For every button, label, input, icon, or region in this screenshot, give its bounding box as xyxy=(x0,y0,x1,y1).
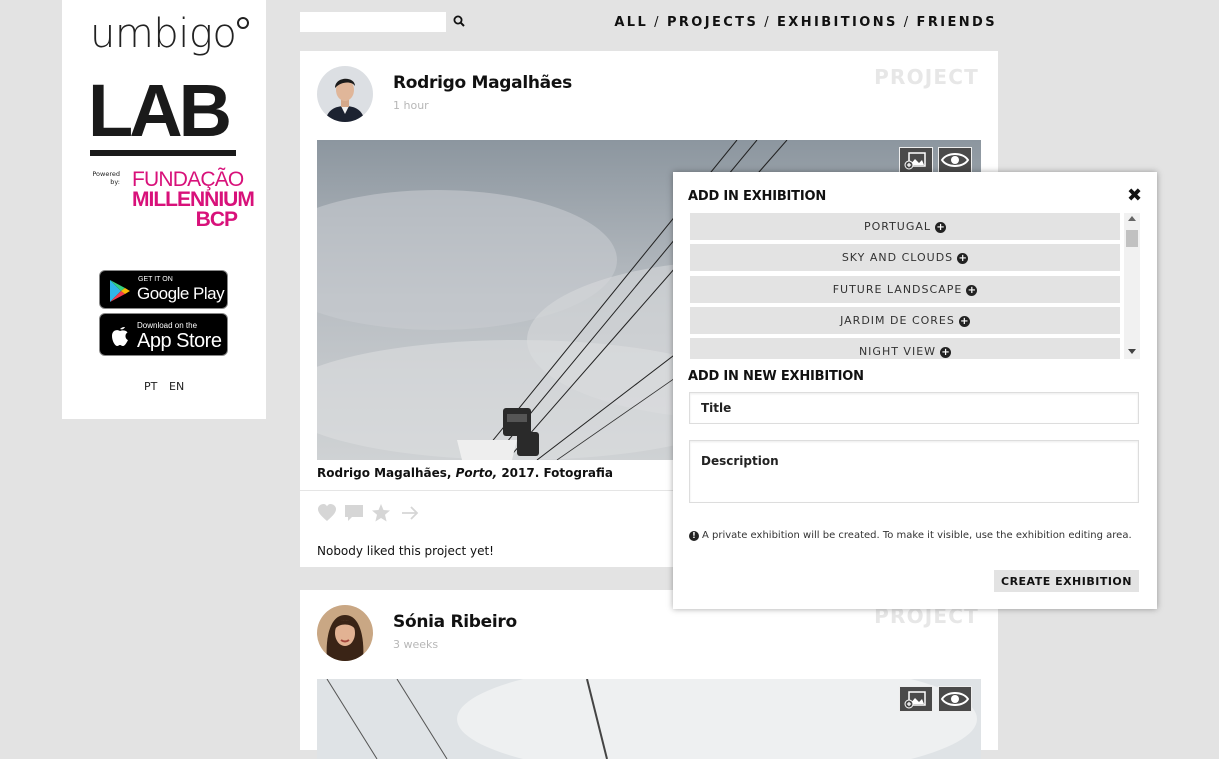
post-time: 3 weeks xyxy=(393,638,439,651)
exhibition-item[interactable]: NIGHT VIEW + xyxy=(690,338,1120,359)
info-text: A private exhibition will be created. To… xyxy=(702,530,1132,541)
scrollbar-thumb[interactable] xyxy=(1126,230,1138,247)
post-image[interactable] xyxy=(317,679,981,759)
exhibition-label: PORTUGAL xyxy=(863,220,932,233)
exhibition-label: JARDIM DE CORES xyxy=(840,314,955,327)
exhibition-list: PORTUGAL + SKY AND CLOUDS + FUTURE LANDSCA… xyxy=(690,213,1122,359)
logo-word[interactable]: umbigo xyxy=(90,14,237,54)
google-play-button[interactable]: GET IT ON Google Play xyxy=(99,270,228,309)
eye-icon xyxy=(940,692,970,706)
sidebar: umbigo LAB Powered by: FUNDAÇÃO MILLENNI… xyxy=(62,0,266,419)
nav-exhibitions[interactable]: EXHIBITIONS xyxy=(777,15,898,30)
plus-circle-icon: + xyxy=(957,253,969,264)
sponsor-logo[interactable]: FUNDAÇÃO MILLENNIUM BCP xyxy=(132,168,255,231)
avatar[interactable] xyxy=(317,605,373,661)
exhibition-label: FUTURE LANDSCAPE xyxy=(832,283,963,296)
plus-circle-icon: + xyxy=(958,316,970,327)
language-en[interactable]: EN xyxy=(169,380,184,393)
main-nav: ALL / PROJECTS / EXHIBITIONS / FRIENDS xyxy=(614,15,997,30)
logo-circle-icon xyxy=(237,17,249,29)
exhibition-item[interactable]: SKY AND CLOUDS + xyxy=(690,244,1120,271)
logo-lab[interactable]: LAB xyxy=(88,74,232,148)
post-author[interactable]: Sónia Ribeiro xyxy=(393,612,517,632)
caption-title: Porto, xyxy=(455,466,498,480)
app-store-big-text: App Store xyxy=(137,330,222,352)
logo-underline xyxy=(90,150,236,156)
post-caption: Rodrigo Magalhães, Porto, 2017. Fotograf… xyxy=(317,466,613,480)
plus-circle-icon: + xyxy=(940,347,952,358)
exhibition-label: NIGHT VIEW xyxy=(858,345,937,358)
view-button[interactable] xyxy=(938,147,972,173)
add-to-exhibition-button[interactable] xyxy=(899,147,933,173)
add-image-icon xyxy=(904,691,926,709)
caption-year: 2017. xyxy=(501,466,540,480)
create-exhibition-button[interactable]: CREATE EXHIBITION xyxy=(994,570,1139,592)
powered-by-label: Powered by: xyxy=(92,170,120,186)
language-pt[interactable]: PT xyxy=(144,380,157,393)
star-icon[interactable] xyxy=(371,503,391,523)
likes-status: Nobody liked this project yet! xyxy=(317,544,494,558)
plus-circle-icon: + xyxy=(966,285,978,296)
modal-title: ADD IN EXHIBITION xyxy=(688,189,827,204)
info-note: ! A private exhibition will be created. T… xyxy=(689,530,1132,541)
sponsor-line-2: MILLENNIUM xyxy=(132,187,255,211)
info-icon: ! xyxy=(689,531,699,541)
app-store-small-text: Download on the xyxy=(137,321,198,330)
heart-icon[interactable] xyxy=(317,503,337,523)
app-store-button[interactable]: Download on the App Store xyxy=(99,313,228,356)
add-in-exhibition-modal: ADD IN EXHIBITION ✖ PORTUGAL + SKY AND CL… xyxy=(673,172,1157,609)
view-button[interactable] xyxy=(938,686,972,712)
scroll-down-icon[interactable] xyxy=(1128,349,1136,354)
post-type-label: PROJECT xyxy=(874,65,979,89)
post-author[interactable]: Rodrigo Magalhães xyxy=(393,73,572,93)
add-image-icon xyxy=(904,152,926,170)
add-to-exhibition-button[interactable] xyxy=(899,686,933,712)
nav-separator: / xyxy=(654,15,661,30)
exhibition-item[interactable]: FUTURE LANDSCAPE + xyxy=(690,276,1120,303)
avatar[interactable] xyxy=(317,66,373,122)
caption-author: Rodrigo Magalhães, xyxy=(317,466,452,480)
exhibition-item[interactable]: JARDIM DE CORES + xyxy=(690,307,1120,334)
post-card: Sónia Ribeiro 3 weeks PROJECT xyxy=(300,590,998,759)
close-icon[interactable]: ✖ xyxy=(1127,187,1142,205)
apple-icon xyxy=(112,327,128,346)
nav-separator: / xyxy=(903,15,911,30)
eye-icon xyxy=(940,153,970,167)
search-input[interactable] xyxy=(300,12,446,32)
comment-icon[interactable] xyxy=(344,503,364,523)
scroll-up-icon[interactable] xyxy=(1128,216,1136,221)
plus-circle-icon: + xyxy=(935,222,947,233)
google-play-icon xyxy=(110,280,130,302)
exhibition-label: SKY AND CLOUDS xyxy=(841,251,954,264)
nav-projects[interactable]: PROJECTS xyxy=(667,15,758,30)
caption-medium: Fotografia xyxy=(543,466,614,480)
sponsor-line-3: BCP xyxy=(195,207,238,231)
exhibition-title-input[interactable] xyxy=(689,392,1139,424)
nav-friends[interactable]: FRIENDS xyxy=(917,15,997,30)
share-arrow-icon[interactable] xyxy=(400,503,420,523)
nav-separator: / xyxy=(764,15,771,30)
search-icon[interactable] xyxy=(453,15,465,27)
sponsor-line-1: FUNDAÇÃO xyxy=(132,168,244,191)
nav-all[interactable]: ALL xyxy=(614,15,648,30)
post-time: 1 hour xyxy=(393,99,429,112)
google-play-big-text: Google Play xyxy=(137,284,225,303)
exhibition-list-scrollbar[interactable] xyxy=(1124,213,1140,359)
google-play-small-text: GET IT ON xyxy=(138,276,173,283)
exhibition-item[interactable]: PORTUGAL + xyxy=(690,213,1120,240)
new-exhibition-heading: ADD IN NEW EXHIBITION xyxy=(688,369,864,384)
exhibition-description-input[interactable] xyxy=(689,440,1139,503)
